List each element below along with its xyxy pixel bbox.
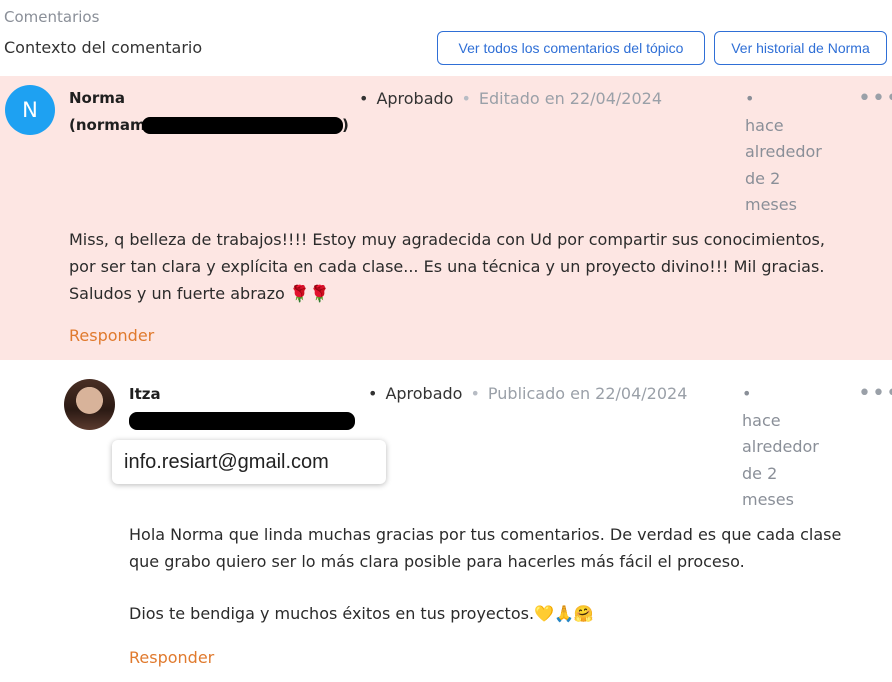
redaction-bar (129, 412, 355, 430)
section-title: Comentarios (4, 8, 100, 26)
reply-button[interactable]: Responder (69, 326, 154, 345)
author-handle: (normam (69, 116, 146, 134)
relative-time: • hace alrededor de 2 meses (742, 384, 819, 509)
author-name[interactable]: Itza (129, 385, 161, 403)
avatar (64, 379, 115, 430)
status-badge: Aprobado (376, 89, 454, 108)
status-line: • Aprobado • Editado en 22/04/2024 (359, 89, 663, 108)
handle-suffix: ) (342, 116, 349, 134)
email-tooltip: info.resiart@gmail.com (112, 440, 386, 484)
view-all-comments-button[interactable]: Ver todos los comentarios del tópico (437, 31, 705, 65)
published-date: Publicado en 22/04/2024 (487, 384, 688, 403)
comment-text: Miss, q belleza de trabajos!!!! Estoy mu… (69, 230, 825, 303)
handle-prefix: (normam (69, 116, 146, 134)
context-title: Contexto del comentario (4, 38, 203, 57)
comment-text: Hola Norma que linda muchas gracias por … (129, 525, 842, 571)
avatar: N (5, 85, 55, 135)
reply-button[interactable]: Responder (129, 648, 214, 667)
redaction-bar (142, 117, 343, 134)
status-line: • Aprobado • Publicado en 22/04/2024 (368, 384, 688, 403)
relative-time: • hace alrededor de 2 meses (745, 89, 822, 214)
more-options-icon[interactable]: ••• (858, 383, 892, 405)
comment-text: Dios te bendiga y muchos éxitos en tus p… (129, 604, 594, 623)
author-name[interactable]: Norma (69, 89, 125, 107)
view-history-button[interactable]: Ver historial de Norma (714, 31, 887, 65)
edited-date: Editado en 22/04/2024 (478, 89, 663, 108)
more-options-icon[interactable]: ••• (858, 88, 892, 110)
status-badge: Aprobado (385, 384, 463, 403)
